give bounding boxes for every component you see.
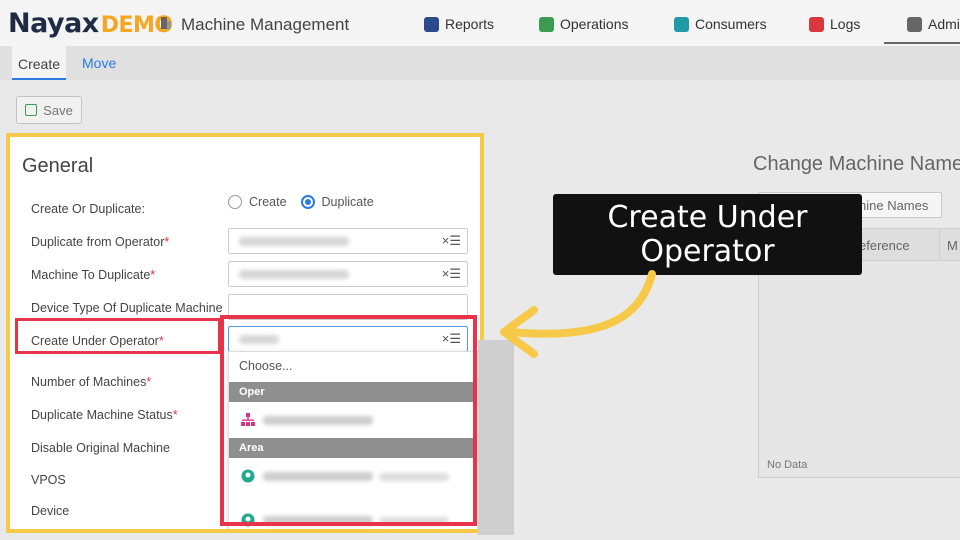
highlight-create-under-operator-label bbox=[15, 318, 221, 354]
machine-to-duplicate-select[interactable]: ×☰ bbox=[228, 261, 468, 287]
clear-list-icon[interactable]: ×☰ bbox=[442, 266, 461, 282]
label-duplicate-from-operator: Duplicate from Operator* bbox=[31, 235, 169, 249]
label-text: Duplicate from Operator bbox=[31, 235, 165, 249]
label-machine-to-duplicate: Machine To Duplicate* bbox=[31, 268, 155, 282]
admin-icon bbox=[907, 16, 922, 32]
grid-col-separator bbox=[939, 229, 940, 261]
nav-logs-label: Logs bbox=[830, 16, 861, 32]
change-machine-name-title: Change Machine Name bbox=[753, 153, 960, 175]
radio-duplicate-label: Duplicate bbox=[321, 195, 374, 209]
tab-create[interactable]: Create bbox=[12, 46, 67, 80]
grid-col-reference: eference bbox=[859, 238, 910, 253]
radio-create[interactable] bbox=[228, 195, 242, 209]
label-disable-original-machine: Disable Original Machine bbox=[31, 441, 170, 455]
save-button-label: Save bbox=[43, 102, 73, 118]
logo-main: Nayax bbox=[8, 8, 99, 39]
nav-operations[interactable]: Operations bbox=[539, 13, 628, 35]
label-duplicate-machine-status: Duplicate Machine Status* bbox=[31, 408, 178, 422]
label-device: Device bbox=[31, 504, 70, 518]
logs-icon bbox=[809, 16, 824, 32]
general-title: General bbox=[22, 155, 94, 177]
annotation-arrow-icon bbox=[500, 270, 656, 358]
tab-move[interactable]: Move bbox=[82, 55, 116, 71]
radio-create-label: Create bbox=[249, 195, 287, 209]
label-number-of-machines: Number of Machines* bbox=[31, 375, 151, 389]
active-nav-underline bbox=[884, 42, 960, 44]
required-mark: * bbox=[146, 375, 152, 389]
nav-operations-label: Operations bbox=[560, 16, 629, 32]
required-mark: * bbox=[150, 268, 156, 282]
clear-list-icon[interactable]: ×☰ bbox=[442, 233, 461, 249]
label-device-type: Device Type Of Duplicate Machine bbox=[31, 301, 223, 315]
callout-line-1: Create Under bbox=[607, 200, 808, 235]
required-mark: * bbox=[172, 408, 178, 422]
top-bar: NayaxDEMO Machine Management Reports Ope… bbox=[0, 0, 960, 46]
nav-admin[interactable]: Admi bbox=[907, 13, 960, 35]
nav-admin-label: Admi bbox=[928, 16, 960, 32]
highlight-operator-dropdown bbox=[220, 315, 477, 526]
nayax-logo[interactable]: NayaxDEMO bbox=[8, 8, 173, 39]
label-text: Number of Machines bbox=[31, 375, 147, 389]
app-title: Machine Management bbox=[181, 15, 350, 34]
label-vpos: VPOS bbox=[31, 473, 66, 487]
label-text: Duplicate Machine Status bbox=[31, 408, 173, 422]
create-or-duplicate-radio: Create Duplicate bbox=[228, 195, 388, 209]
consumers-icon bbox=[674, 16, 689, 32]
required-mark: * bbox=[164, 235, 170, 249]
blurred-value bbox=[239, 237, 349, 246]
blurred-value bbox=[239, 270, 349, 279]
machine-management-icon bbox=[161, 17, 171, 29]
no-data-text: No Data bbox=[767, 459, 808, 471]
grid-col-m: M bbox=[947, 238, 958, 253]
sub-tab-bar: Create Move bbox=[0, 46, 960, 80]
save-button[interactable]: Save bbox=[16, 96, 82, 124]
label-create-or-duplicate: Create Or Duplicate: bbox=[31, 202, 145, 216]
label-text: Machine To Duplicate bbox=[31, 268, 151, 282]
operations-icon bbox=[539, 16, 554, 32]
nav-consumers[interactable]: Consumers bbox=[674, 13, 767, 35]
nav-reports-label: Reports bbox=[445, 16, 495, 32]
nav-consumers-label: Consumers bbox=[695, 16, 767, 32]
reports-icon bbox=[424, 16, 439, 32]
nav-logs[interactable]: Logs bbox=[809, 13, 860, 35]
nav-reports[interactable]: Reports bbox=[424, 13, 494, 35]
radio-duplicate[interactable] bbox=[300, 195, 315, 209]
duplicate-from-operator-select[interactable]: ×☰ bbox=[228, 228, 468, 254]
save-icon bbox=[25, 104, 38, 116]
